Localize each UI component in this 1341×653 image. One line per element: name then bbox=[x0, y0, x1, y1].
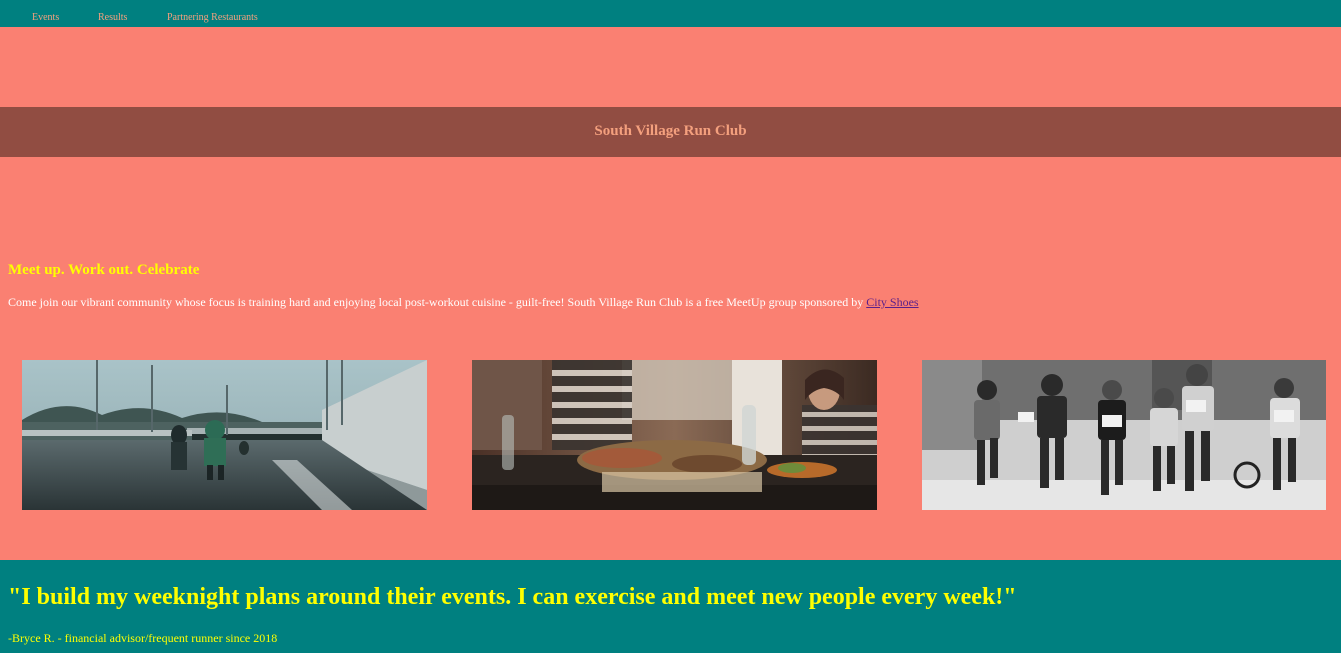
intro-paragraph: Come join our vibrant community whose fo… bbox=[8, 295, 919, 309]
top-nav-bar: Events Results Partnering Restaurants bbox=[0, 0, 1341, 27]
marathon-runners-image bbox=[922, 360, 1327, 510]
intro-text: Come join our vibrant community whose fo… bbox=[8, 295, 867, 309]
testimonial-attribution: -Bryce R. - financial advisor/frequent r… bbox=[8, 631, 278, 645]
nav-link-partnering-restaurants[interactable]: Partnering Restaurants bbox=[167, 12, 258, 24]
sponsor-link-city-shoes[interactable]: City Shoes bbox=[866, 295, 918, 309]
nav-link-events[interactable]: Events bbox=[32, 12, 59, 24]
testimonial-quote: "I build my weeknight plans around their… bbox=[8, 584, 1017, 610]
runners-underpass-image bbox=[22, 360, 427, 510]
tagline-heading: Meet up. Work out. Celebrate bbox=[8, 262, 200, 278]
nav-link-results[interactable]: Results bbox=[98, 12, 127, 24]
friends-dining-image bbox=[472, 360, 877, 510]
site-title: South Village Run Club bbox=[594, 123, 747, 139]
